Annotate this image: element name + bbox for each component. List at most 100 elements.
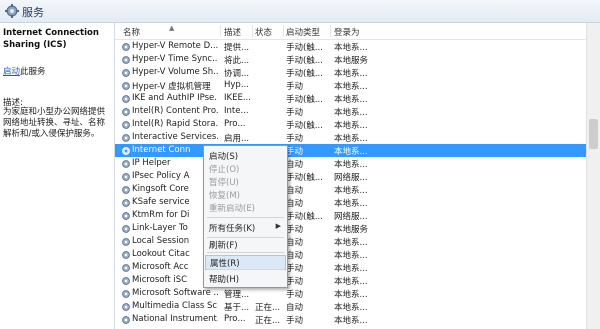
services-gear-icon [5,4,19,18]
service-row[interactable]: Multimedia Class Sc... 基于... 正在... 自动 本地… [115,300,586,313]
start-service-link[interactable]: 启动 [3,67,20,77]
service-row[interactable]: Local Session 自动 本地系... [115,235,586,248]
service-gear-icon [122,186,130,194]
context-menu: 启动(S) 停止(O) 暂停(U) 恢复(M) 重新启动(E) 所有任务(K) ▶… [203,145,288,288]
service-gear-icon [122,173,130,181]
menu-label: 恢复(M) [209,191,240,201]
col-startup-header[interactable]: 启动类型 [286,26,320,38]
service-status: 正在... [255,303,281,313]
service-logon: 本地服务 [334,56,369,66]
services-list: Hyper-V Remote D... 提供... 手动(触... 本地系...… [115,40,586,329]
service-logon: 本地系... [334,290,368,300]
col-desc-header[interactable]: 描述 [224,26,241,38]
menu-item-pause[interactable]: 暂停(U) [205,175,286,188]
start-service-row: 启动此服务 [3,65,46,77]
col-divider[interactable] [330,25,331,37]
service-row[interactable]: IPsec Policy A 手动(触... 网络服... [115,170,586,183]
menu-item-start[interactable]: 启动(S) [205,149,286,162]
col-logon-header[interactable]: 登录为 [334,26,360,38]
vertical-scrollbar[interactable] [586,23,600,329]
menu-item-stop[interactable]: 停止(O) [205,162,286,175]
menu-label: 帮助(H) [209,275,240,285]
col-divider[interactable] [220,25,221,37]
service-startup: 手动(触... [286,43,323,53]
service-logon: 本地系... [334,160,368,170]
menu-item-properties[interactable]: 属性(R) [205,255,286,270]
menu-label: 重新启动(E) [209,204,256,214]
service-row[interactable]: Hyper-V Time Sync... 将此... 手动(触... 本地服务 [115,53,586,66]
service-name: Hyper-V 虚拟机管理 [132,82,211,92]
service-gear-icon [122,82,130,90]
service-logon: 本地系... [334,199,368,209]
service-row[interactable]: Hyper-V Volume Sh... 协调... 手动(触... 本地系..… [115,66,586,79]
service-logon: 本地系... [334,303,368,313]
service-row[interactable]: Hyper-V 虚拟机管理 Hyp... 手动 本地系... [115,79,586,92]
menu-item-help[interactable]: 帮助(H) [205,272,286,285]
service-startup: 手动 [286,147,304,157]
selected-service-title: Internet Connection Sharing (ICS) [3,28,99,50]
service-desc: 协调... [224,69,250,79]
col-name-header[interactable]: 名称 [123,26,140,38]
service-logon: 本地系... [334,121,368,131]
menu-label: 刷新(F) [209,241,238,251]
service-desc: 管理... [224,290,250,300]
service-row[interactable]: Intel(R) Rapid Stora... Pro... 手动(触... 本… [115,118,586,131]
service-startup: 手动(触... [286,173,323,183]
menu-item-restart[interactable]: 重新启动(E) [205,201,286,214]
service-row[interactable]: KtmRm for Di 手动(触... 网络服... [115,209,586,222]
col-status-header[interactable]: 状态 [255,26,272,38]
menu-item-all-tasks[interactable]: 所有任务(K) ▶ [205,221,286,234]
service-gear-icon [122,264,130,272]
service-gear-icon [122,199,130,207]
service-row[interactable]: Interactive Services... 启用... 手动 本地系... [115,131,586,144]
service-desc: Pro... [224,314,246,324]
service-desc: Hyp... [224,80,249,90]
service-row[interactable]: Intel(R) Content Pro... Inte... 手动 本地系..… [115,105,586,118]
service-row[interactable]: Hyper-V Remote D... 提供... 手动(触... 本地系... [115,40,586,53]
service-name: Interactive Services... [132,132,218,142]
service-row[interactable]: Microsoft Software ... 管理... 手动 本地系... [115,287,586,300]
service-row[interactable]: IKE and AuthIP IPse... IKEE... 手动(触... 本… [115,92,586,105]
service-gear-icon [122,134,130,142]
service-detail-panel: Internet Connection Sharing (ICS) 启动此服务 … [0,23,115,329]
service-desc: Inte... [224,106,249,116]
service-row[interactable]: Link-Layer To 手动 本地服务 [115,222,586,235]
service-logon: 本地系... [334,316,368,326]
menu-label: 暂停(U) [209,178,239,188]
service-row[interactable]: IP Helper 自动 本地系... [115,157,586,170]
menu-item-resume[interactable]: 恢复(M) [205,188,286,201]
service-gear-icon [122,56,130,64]
service-startup: 手动(触... [286,69,323,79]
service-row[interactable]: KSafe service 自动 本地系... [115,196,586,209]
window-header: 服务 [0,0,600,23]
service-row[interactable]: Kingsoft Core 自动 本地系... [115,183,586,196]
service-name: Intel(R) Rapid Stora... [132,119,218,129]
col-divider[interactable] [283,25,284,37]
service-gear-icon [122,251,130,259]
service-logon: 本地系... [334,108,368,118]
service-startup: 自动 [286,238,304,248]
service-startup: 手动 [286,277,304,287]
service-row-selected[interactable]: Internet Conn 手动 本地系... [115,144,586,157]
service-row[interactable]: Lookout Citac 自动 本地系... [115,248,586,261]
service-logon: 本地系... [334,264,368,274]
service-desc: 将此... [224,56,250,66]
service-row[interactable]: National Instrument... Pro... 正在... 手动 本… [115,313,586,326]
menu-label: 所有任务(K) [209,224,256,234]
menu-item-refresh[interactable]: 刷新(F) [205,238,286,251]
scrollbar-thumb[interactable] [589,119,598,149]
service-row[interactable]: Microsoft Acc 手动 本地系... [115,261,586,274]
service-logon: 本地系... [334,147,368,157]
service-row[interactable]: Microsoft iSC 手动 本地系... [115,274,586,287]
sort-up-icon: ▲ [169,24,175,32]
service-startup: 手动 [286,264,304,274]
service-startup: 手动 [286,225,304,235]
service-name: Hyper-V Remote D... [132,41,218,51]
service-startup: 手动(触... [286,56,323,66]
service-gear-icon [122,147,130,155]
service-desc: 提供... [224,43,250,53]
service-startup: 手动(触... [286,212,323,222]
service-name: National Instrument... [132,314,218,324]
service-desc: 基于... [224,303,250,313]
col-divider[interactable] [252,25,253,37]
